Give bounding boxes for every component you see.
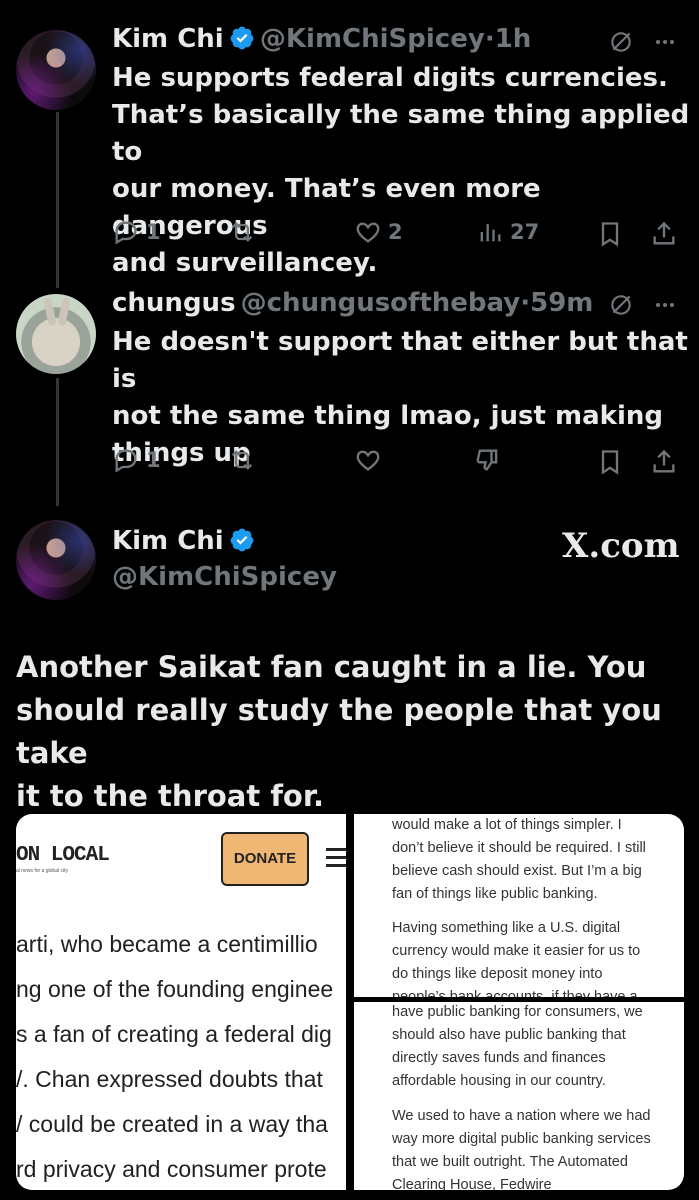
views-button[interactable]: 27 bbox=[476, 218, 539, 246]
author-handle[interactable]: @KimChiSpicey bbox=[112, 562, 337, 592]
reply-button[interactable]: 1 bbox=[112, 446, 161, 474]
grok-icon[interactable] bbox=[608, 29, 634, 55]
article-line: rd privacy and consumer prote bbox=[16, 1156, 327, 1182]
tweet-time[interactable]: 59m bbox=[530, 288, 593, 318]
more-icon[interactable] bbox=[652, 30, 678, 54]
grok-icon[interactable] bbox=[608, 292, 634, 318]
share-icon[interactable] bbox=[650, 220, 678, 248]
article-paragraph: We used to have a nation where we had wa… bbox=[392, 1108, 651, 1190]
author-handle[interactable]: @chungusofthebay bbox=[241, 288, 521, 318]
article-paragraph: have public banking for consumers, we sh… bbox=[392, 1004, 643, 1089]
tweet-header: Kim Chi @KimChiSpicey·1h bbox=[112, 24, 531, 54]
share-icon[interactable] bbox=[650, 448, 678, 476]
reply-count: 1 bbox=[146, 220, 161, 244]
article-line: /. Chan expressed doubts that bbox=[16, 1066, 323, 1092]
avatar[interactable] bbox=[16, 520, 96, 600]
repost-icon bbox=[231, 450, 253, 470]
tweet-text: He supports federal digits currencies. T… bbox=[112, 60, 692, 282]
reply-icon bbox=[115, 449, 137, 473]
article-body: arti, who became a centimillio ng one of… bbox=[16, 924, 333, 1190]
tweet-time[interactable]: 1h bbox=[495, 24, 532, 54]
views-icon bbox=[480, 223, 501, 242]
author-handle[interactable]: @KimChiSpicey bbox=[260, 24, 485, 54]
bookmark-icon[interactable] bbox=[596, 220, 624, 248]
verified-badge-icon bbox=[230, 528, 254, 552]
site-logo: ON LOCAL bbox=[16, 844, 110, 867]
quote-text-line: it to the throat for. bbox=[16, 779, 325, 813]
quote-text: Another Saikat fan caught in a lie. You … bbox=[16, 646, 696, 818]
avatar[interactable] bbox=[16, 294, 96, 374]
quote-text-line: should really study the people that you … bbox=[16, 693, 662, 770]
article-paragraph: Having something like a U.S. digital cur… bbox=[392, 920, 641, 997]
dislike-button[interactable] bbox=[474, 446, 502, 474]
quote-text-line: Another Saikat fan caught in a lie. You bbox=[16, 650, 647, 684]
site-watermark: X.com bbox=[562, 526, 680, 566]
avatar[interactable] bbox=[16, 30, 96, 110]
tweet-text-line: He doesn't support that either but that … bbox=[112, 327, 688, 394]
article-line: / could be created in a way tha bbox=[16, 1111, 328, 1137]
heart-icon bbox=[356, 222, 380, 243]
article-paragraph: would make a lot of things simpler. I do… bbox=[392, 817, 646, 902]
like-button[interactable]: 2 bbox=[354, 218, 403, 246]
repost-button[interactable] bbox=[228, 218, 256, 246]
article-screenshot-top-right[interactable]: would make a lot of things simpler. I do… bbox=[354, 814, 684, 997]
author-name[interactable]: chungus bbox=[112, 288, 236, 318]
author-name[interactable]: Kim Chi bbox=[112, 526, 224, 556]
thread-line bbox=[56, 112, 59, 288]
verified-badge-icon bbox=[230, 26, 254, 50]
hamburger-menu-icon[interactable] bbox=[326, 848, 346, 867]
author-name[interactable]: Kim Chi bbox=[112, 24, 224, 54]
tweet-header: chungus @chungusofthebay·59m bbox=[112, 288, 593, 318]
tweet-text-line: not the same thing lmao, just making bbox=[112, 401, 663, 431]
thumbs-down-icon bbox=[476, 449, 498, 471]
tweet-text-line: and surveillancey. bbox=[112, 248, 378, 278]
article-line: s a fan of creating a federal dig bbox=[16, 1021, 332, 1047]
separator-dot: · bbox=[520, 288, 531, 318]
donate-button[interactable]: DONATE bbox=[221, 832, 309, 886]
site-tagline: al news for a global city bbox=[16, 868, 68, 874]
repost-icon bbox=[231, 222, 253, 242]
more-icon[interactable] bbox=[652, 293, 678, 317]
article-line: ng one of the founding enginee bbox=[16, 976, 334, 1002]
reply-icon bbox=[115, 221, 137, 245]
bookmark-icon[interactable] bbox=[596, 448, 624, 476]
thread-line bbox=[56, 378, 59, 506]
reply-count: 1 bbox=[146, 448, 161, 472]
article-line: arti, who became a centimillio bbox=[16, 931, 318, 957]
like-button[interactable] bbox=[354, 446, 382, 474]
reply-button[interactable]: 1 bbox=[112, 218, 161, 246]
article-screenshot-bottom-right[interactable]: have public banking for consumers, we sh… bbox=[354, 1002, 684, 1190]
article-screenshot-left[interactable]: ON LOCAL al news for a global city DONAT… bbox=[16, 814, 346, 1190]
tweet-text-line: He supports federal digits currencies. bbox=[112, 63, 668, 93]
views-count: 27 bbox=[510, 220, 540, 244]
tweet-text-line: That’s basically the same thing applied … bbox=[112, 100, 690, 167]
separator-dot: · bbox=[484, 24, 495, 54]
heart-icon bbox=[356, 450, 380, 471]
quote-author: Kim Chi bbox=[112, 526, 255, 556]
like-count: 2 bbox=[388, 220, 403, 244]
repost-button[interactable] bbox=[228, 446, 256, 474]
